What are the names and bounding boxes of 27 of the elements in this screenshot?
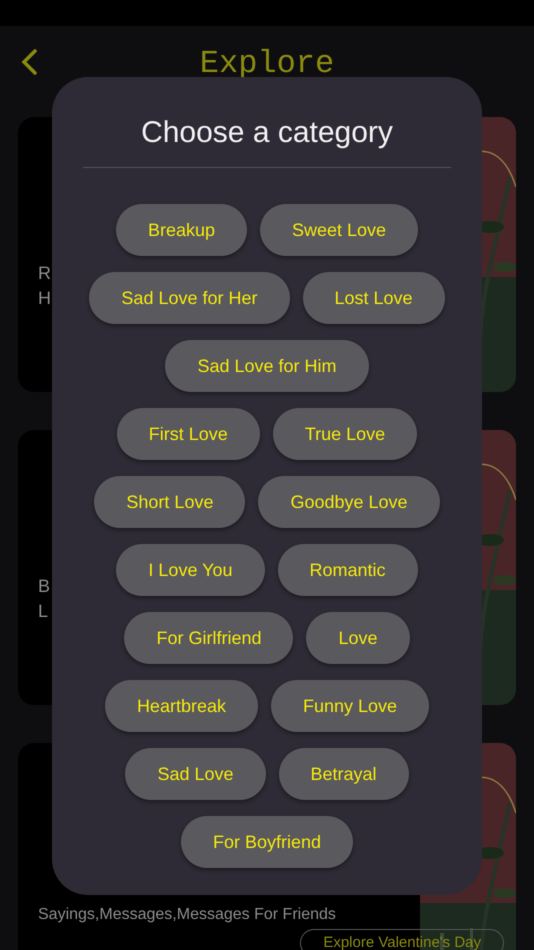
card-text: L [38, 600, 48, 623]
page-title: Explore [200, 44, 334, 84]
category-chip[interactable]: Romantic [278, 544, 418, 596]
back-icon[interactable] [20, 48, 38, 76]
category-chip[interactable]: True Love [272, 408, 418, 460]
category-chip[interactable]: Short Love [94, 476, 246, 528]
category-chip[interactable]: Lost Love [302, 272, 445, 324]
category-chip[interactable]: Heartbreak [104, 680, 258, 732]
dialog-title: Choose a category [141, 115, 393, 151]
category-chip[interactable]: Funny Love [270, 680, 430, 732]
card-subtitle: Sayings,Messages,Messages For Friends [38, 905, 336, 925]
category-chip[interactable]: Love [306, 612, 410, 664]
card-text: B [38, 575, 50, 598]
explore-button[interactable]: Explore Valentine's Day [300, 929, 504, 950]
category-chip[interactable]: Betrayal [278, 748, 409, 800]
category-chip[interactable]: Sweet Love [260, 204, 418, 256]
category-chip[interactable]: Sad Love for Him [165, 340, 369, 392]
category-chip[interactable]: For Girlfriend [124, 612, 294, 664]
category-chip[interactable]: Breakup [116, 204, 247, 256]
category-chip[interactable]: Sad Love for Her [89, 272, 290, 324]
category-chip[interactable]: For Boyfriend [180, 816, 354, 868]
category-chip[interactable]: Sad Love [125, 748, 266, 800]
category-chip[interactable]: Goodbye Love [258, 476, 440, 528]
card-text: H [38, 287, 51, 310]
category-chip[interactable]: I Love You [116, 544, 265, 596]
category-chip[interactable]: First Love [116, 408, 260, 460]
card-text: R [38, 262, 51, 285]
